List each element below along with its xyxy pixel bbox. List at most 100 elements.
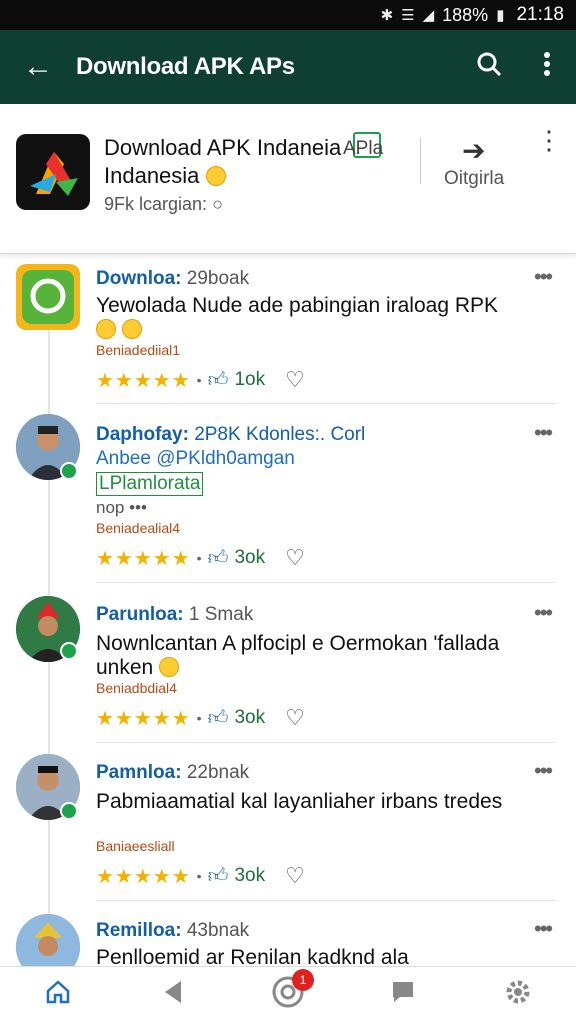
post-meta: 43bnak: [186, 920, 250, 941]
author-name[interactable]: Pamnloa:: [96, 762, 182, 783]
author-name[interactable]: Parunloa:: [96, 604, 184, 625]
post-rating-bar: ★★★★★ • 👍︎ 3ok ♡: [96, 705, 305, 731]
post-more-icon[interactable]: •••: [534, 420, 553, 446]
emoji-icon: [121, 319, 142, 339]
settings-gear-icon[interactable]: [488, 978, 548, 1013]
notifications-icon[interactable]: 1: [258, 969, 318, 1016]
post-more-icon[interactable]: •••: [534, 758, 553, 784]
signal-icon: ◢: [422, 7, 435, 24]
post-meta[interactable]: 2P8K Kdonles:. Corl: [194, 424, 365, 445]
battery-icon: ▮: [496, 7, 505, 24]
separator-dot: •: [196, 710, 202, 726]
post-meta: 22bnak: [186, 762, 250, 783]
app-subtitle-text: 9Fk lcargian:: [104, 194, 208, 214]
post-divider: [96, 742, 556, 743]
post-text-content: Nownlcantan A plfocipl e Oermokan 'falla…: [96, 632, 500, 679]
star-rating: ★★★★★: [96, 547, 191, 570]
back-triangle-icon[interactable]: [143, 979, 203, 1012]
post-more-icon[interactable]: •••: [534, 600, 553, 626]
post-excerpt: nop •••: [96, 498, 147, 517]
app-subtitle: 9Fk lcargian: ○: [104, 194, 223, 215]
heart-icon[interactable]: ♡: [285, 705, 305, 731]
star-rating: ★★★★★: [96, 707, 191, 730]
like-count: 3ok: [234, 547, 266, 568]
like-count: 1ok: [234, 369, 266, 390]
app-logo-icon[interactable]: [16, 134, 90, 210]
post-more-icon[interactable]: •••: [534, 264, 553, 290]
star-rating: ★★★★★: [96, 369, 191, 392]
post-text-content: Penlloemid ar Renilan kadknd ala: [96, 946, 409, 966]
thumbs-up-icon[interactable]: 👍︎: [208, 706, 229, 730]
post-hashtag[interactable]: LPlamlorata: [96, 472, 204, 496]
home-icon[interactable]: [28, 978, 88, 1013]
wifi-icon: ☰: [401, 7, 415, 24]
post-meta: 1 Smak: [188, 604, 254, 625]
verified-badge-icon: [60, 642, 78, 660]
bottom-navigation: 1: [0, 966, 576, 1024]
app-bar: ← Download APK APs: [0, 30, 576, 104]
app-title: Download APK Indaneia Indanesia: [104, 134, 354, 190]
post-divider: [96, 403, 556, 404]
post-tag[interactable]: Beniadediial1: [96, 342, 180, 358]
clock: 21:18: [516, 4, 564, 25]
search-icon[interactable]: [460, 51, 518, 84]
separator-dot: •: [196, 550, 202, 566]
author-name[interactable]: Remilloa:: [96, 920, 182, 941]
post-tag[interactable]: Beniadealial4: [96, 520, 180, 536]
like-count: 3ok: [234, 865, 266, 886]
avatar[interactable]: [16, 264, 80, 330]
post-divider: [96, 900, 556, 901]
review-author: Parunloa: 1 Smak: [96, 604, 253, 626]
separator-dot: •: [196, 372, 202, 388]
verified-badge-icon: [60, 462, 78, 480]
avatar[interactable]: [16, 914, 80, 966]
back-arrow-icon[interactable]: ←: [0, 50, 76, 84]
verified-badge-icon: [60, 802, 78, 820]
post-tag[interactable]: Baniaeesliall: [96, 838, 175, 854]
author-name[interactable]: Daphofay:: [96, 424, 189, 445]
post-mention[interactable]: Anbee @PKldh0amgan: [96, 448, 295, 470]
emoji-icon: [205, 166, 226, 186]
heart-icon[interactable]: ♡: [285, 545, 305, 571]
post-more-icon[interactable]: •••: [534, 916, 553, 942]
post-text-content: Yewolada Nude ade pabingian iraloag RPK: [96, 294, 499, 317]
like-count: 3ok: [234, 707, 266, 728]
app-header-card: Download APK Indaneia Indanesia 9Fk lcar…: [0, 104, 576, 254]
overflow-menu-icon[interactable]: ⋮: [536, 127, 562, 153]
bluetooth-icon: ✱: [380, 7, 394, 24]
notification-badge: 1: [291, 969, 314, 991]
apla-button[interactable]: APla: [343, 138, 383, 160]
thumbs-up-icon[interactable]: 👍︎: [208, 864, 229, 888]
thumbs-up-icon[interactable]: 👍︎: [208, 546, 229, 570]
post-rating-bar: ★★★★★ • 👍︎ 3ok ♡: [96, 545, 305, 571]
thumbs-up-icon[interactable]: 👍︎: [208, 368, 229, 392]
separator-dot: •: [196, 868, 202, 884]
post-rating-bar: ★★★★★ • 👍︎ 1ok ♡: [96, 367, 305, 393]
post-tag[interactable]: Beniadbdial4: [96, 680, 177, 696]
review-author: Remilloa: 43bnak: [96, 920, 249, 942]
emoji-icon: [159, 657, 180, 677]
post-text: Yewolada Nude ade pabingian iraloag RPK: [96, 294, 536, 342]
star-rating: ★★★★★: [96, 865, 191, 888]
share-button-label[interactable]: Oitgirla: [444, 168, 504, 190]
emoji-icon: [96, 319, 116, 339]
heart-icon[interactable]: ♡: [285, 367, 305, 393]
status-bar: ✱ ☰ ◢ 188% ▮ 21:18: [0, 0, 576, 30]
review-author: Downloa: 29boak: [96, 268, 249, 290]
messages-icon[interactable]: [373, 979, 433, 1012]
app-bar-title: Download APK APs: [76, 53, 295, 80]
author-name[interactable]: Downloa:: [96, 268, 182, 289]
post-text-content: Pabmiaamatial kal layanliaher irbans tre…: [96, 790, 503, 813]
post-divider: [96, 582, 556, 583]
heart-icon[interactable]: ♡: [285, 863, 305, 889]
divider: [420, 138, 421, 184]
app-title-line2: Indanesia: [104, 163, 200, 188]
post-rating-bar: ★★★★★ • 👍︎ 3ok ♡: [96, 863, 305, 889]
post-text: Penlloemid ar Renilan kadknd ala: [96, 946, 536, 966]
post-text: Nownlcantan A plfocipl e Oermokan 'falla…: [96, 632, 536, 680]
share-arrow-icon[interactable]: ➔: [462, 134, 485, 167]
app-title-line1: Download APK Indaneia: [104, 135, 342, 160]
overflow-menu-icon[interactable]: [518, 51, 576, 84]
review-author: Pamnloa: 22bnak: [96, 762, 249, 784]
reviews-feed[interactable]: Downloa: 29boak ••• Yewolada Nude ade pa…: [0, 256, 576, 966]
